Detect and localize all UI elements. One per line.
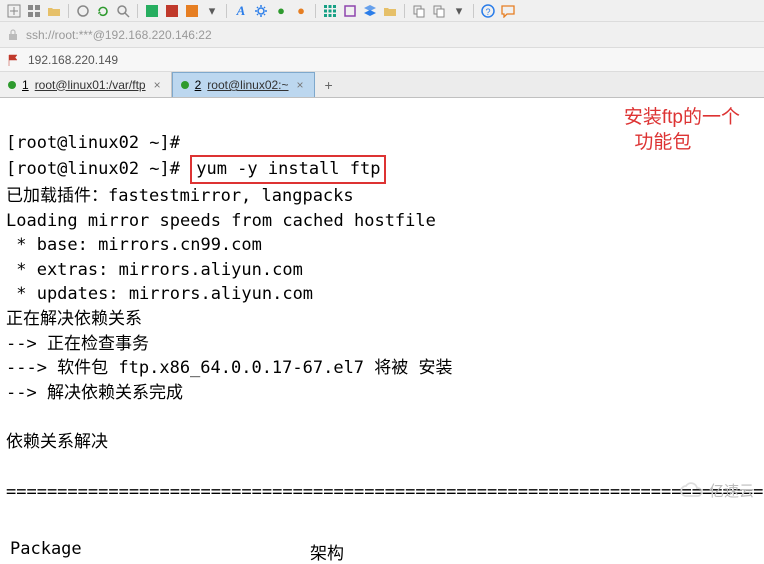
flag-icon[interactable] <box>6 53 20 67</box>
watermark-text: 亿速云 <box>709 480 754 501</box>
separator <box>473 4 474 18</box>
new-icon[interactable] <box>6 3 22 19</box>
session-icon[interactable] <box>75 3 91 19</box>
prompt-line: [root@linux02 ~]# <box>6 159 190 179</box>
table-divider: ========================================… <box>6 482 764 502</box>
dropdown2-icon[interactable]: ▾ <box>451 3 467 19</box>
address-text[interactable]: ssh://root:***@192.168.220.146:22 <box>26 28 212 42</box>
table-header-row: Package 架构 <box>0 537 764 564</box>
prompt-line: [root@linux02 ~]# <box>6 133 180 153</box>
output-line: --> 正在检查事务 <box>6 334 149 354</box>
column-package: Package <box>10 539 310 564</box>
tab-linux01[interactable]: 1 root@linux01:/var/ftp × <box>0 72 172 97</box>
annotation-callout: 安装ftp的一个 功能包 <box>624 106 740 155</box>
help-icon[interactable]: ? <box>480 3 496 19</box>
output-line: * updates: mirrors.aliyun.com <box>6 284 313 304</box>
layers-icon[interactable] <box>362 3 378 19</box>
grid-icon[interactable] <box>26 3 42 19</box>
output-line: * extras: mirrors.aliyun.com <box>6 260 303 280</box>
lock-icon <box>6 28 20 42</box>
svg-text:?: ? <box>485 7 490 17</box>
pin-icon[interactable] <box>431 3 447 19</box>
app-red-icon[interactable] <box>164 3 180 19</box>
status-dot-icon <box>181 81 189 89</box>
refresh-icon[interactable] <box>95 3 111 19</box>
annotation-line: 安装ftp的一个 <box>624 107 740 128</box>
output-line: 正在解决依赖关系 <box>6 309 142 329</box>
tab-number: 1 <box>22 78 29 92</box>
separator <box>315 4 316 18</box>
output-line: 已加载插件：fastestmirror, langpacks <box>6 186 354 206</box>
apps-icon[interactable] <box>322 3 338 19</box>
new-tab-button[interactable]: + <box>315 72 343 97</box>
watermark: 亿速云 <box>679 480 754 501</box>
output-line: Loading mirror speeds from cached hostfi… <box>6 211 436 231</box>
terminal-output[interactable]: [root@linux02 ~]# [root@linux02 ~]# yum … <box>0 98 764 537</box>
search-icon[interactable] <box>115 3 131 19</box>
gear-icon[interactable] <box>253 3 269 19</box>
output-line: 依赖关系解决 <box>6 432 108 452</box>
tab-label: root@linux01:/var/ftp <box>35 78 146 92</box>
copy-icon[interactable] <box>411 3 427 19</box>
transfer-icon[interactable] <box>382 3 398 19</box>
output-line: ---> 软件包 ftp.x86_64.0.0.17-67.el7 将被 安装 <box>6 358 453 378</box>
main-toolbar: ▾ A ● ● ▾ ? <box>0 0 764 22</box>
separator <box>226 4 227 18</box>
status-orange-icon[interactable]: ● <box>293 3 309 19</box>
output-line: --> 解决依赖关系完成 <box>6 383 183 403</box>
bookmark-ip[interactable]: 192.168.220.149 <box>28 53 118 67</box>
close-icon[interactable]: × <box>295 78 306 92</box>
separator <box>68 4 69 18</box>
status-dot-icon <box>8 81 16 89</box>
tab-bar: 1 root@linux01:/var/ftp × 2 root@linux02… <box>0 72 764 98</box>
dropdown-icon[interactable]: ▾ <box>204 3 220 19</box>
cloud-icon <box>679 482 705 500</box>
bookmark-bar: 192.168.220.149 <box>0 48 764 72</box>
tab-number: 2 <box>195 78 202 92</box>
highlighted-command: yum -y install ftp <box>190 155 386 184</box>
plus-icon: + <box>324 77 332 93</box>
app-orange-icon[interactable] <box>184 3 200 19</box>
separator <box>137 4 138 18</box>
app-green-icon[interactable] <box>144 3 160 19</box>
address-bar: ssh://root:***@192.168.220.146:22 <box>0 22 764 48</box>
box-icon[interactable] <box>342 3 358 19</box>
column-arch: 架构 <box>310 539 344 564</box>
chat-icon[interactable] <box>500 3 516 19</box>
font-icon[interactable]: A <box>233 3 249 19</box>
tab-linux02[interactable]: 2 root@linux02:~ × <box>172 72 315 97</box>
folder-icon[interactable] <box>46 3 62 19</box>
separator <box>404 4 405 18</box>
tab-label: root@linux02:~ <box>207 78 288 92</box>
status-green-icon[interactable]: ● <box>273 3 289 19</box>
annotation-line: 功能包 <box>624 132 692 153</box>
close-icon[interactable]: × <box>152 78 163 92</box>
output-line: * base: mirrors.cn99.com <box>6 235 262 255</box>
